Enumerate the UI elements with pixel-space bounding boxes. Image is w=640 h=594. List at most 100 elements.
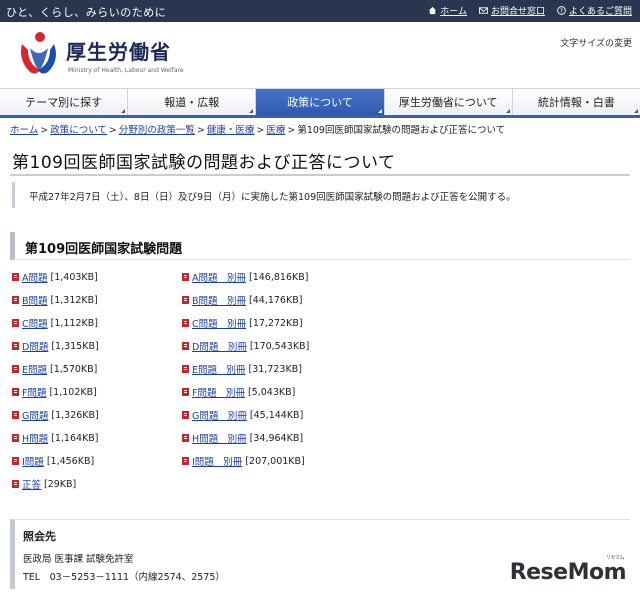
document-link[interactable]: B問題 別冊 xyxy=(192,293,246,307)
breadcrumb-separator: > xyxy=(108,125,117,136)
contact-window-link[interactable]: お問合せ窓口 xyxy=(478,4,545,17)
logo-subtitle: Ministry of Health, Labour and Welfare xyxy=(68,67,184,74)
file-size: [1,456KB] xyxy=(46,455,95,467)
file-size: [1,112KB] xyxy=(50,317,98,329)
list-item: D問題 別冊 [170,543KB] xyxy=(182,339,309,353)
document-link[interactable]: F問題 別冊 xyxy=(192,385,245,399)
document-link[interactable]: G問題 別冊 xyxy=(192,408,247,422)
faq-label: よくあるご質問 xyxy=(568,7,632,17)
document-link[interactable]: A問題 xyxy=(22,270,48,284)
document-link[interactable]: I問題 xyxy=(22,454,44,468)
list-item: H問題 [1,164KB] xyxy=(12,431,99,445)
faq-link[interactable]: ? よくあるご質問 xyxy=(557,4,632,17)
list-item: F問題 [1,102KB] xyxy=(12,385,97,399)
document-link[interactable]: D問題 別冊 xyxy=(192,339,247,353)
list-item: G問題 [1,326KB] xyxy=(12,408,99,422)
nav-theme-search[interactable]: テーマ別に探す xyxy=(0,89,129,115)
pdf-icon xyxy=(182,434,189,442)
home-link-label: ホーム xyxy=(440,7,467,17)
contact-window-label: お問合せ窓口 xyxy=(490,7,545,17)
top-strip: ひと、くらし、みらいのために ホーム お問合せ窓口 ? よくあるご質問 xyxy=(0,0,640,22)
pdf-icon xyxy=(182,273,189,281)
document-link[interactable]: G問題 xyxy=(22,408,48,422)
intro-text: 平成27年2月7日（土）、8日（日）及び9日（月）に実施した第109回医師国家試… xyxy=(29,192,516,203)
contact-phone: TEL 03－5253－1111（内線2574、2575） xyxy=(23,572,225,583)
pdf-icon xyxy=(12,457,19,465)
contact-heading: 照会先 xyxy=(23,530,56,543)
file-size: [5,043KB] xyxy=(247,386,296,398)
pdf-icon xyxy=(12,434,19,442)
site-tagline: ひと、くらし、みらいのために xyxy=(6,6,167,19)
breadcrumb-policy[interactable]: 政策について xyxy=(50,125,107,136)
pdf-icon xyxy=(182,319,189,327)
nav-corner-icon xyxy=(121,109,126,113)
breadcrumb-medical[interactable]: 医療 xyxy=(266,125,285,136)
breadcrumb-home[interactable]: ホーム xyxy=(10,125,38,136)
pdf-icon xyxy=(12,411,19,419)
document-link[interactable]: D問題 xyxy=(22,339,48,353)
nav-about-ministry[interactable]: 厚生労働省について xyxy=(385,89,513,115)
file-size: [1,403KB] xyxy=(50,271,98,283)
pdf-icon xyxy=(12,296,19,304)
document-link[interactable]: C問題 xyxy=(22,316,48,330)
nav-statistics[interactable]: 統計情報・白書 xyxy=(513,89,640,115)
list-item: C問題 [1,112KB] xyxy=(12,316,98,330)
top-links: ホーム お問合せ窓口 ? よくあるご質問 xyxy=(428,4,632,17)
site-header: 厚生労働省 Ministry of Health, Labour and Wel… xyxy=(0,22,640,88)
file-size: [34,964KB] xyxy=(249,432,304,444)
list-item: E問題 別冊 [31,723KB] xyxy=(182,362,302,376)
document-link[interactable]: I問題 別冊 xyxy=(192,454,242,468)
nav-corner-icon xyxy=(377,109,382,113)
home-link[interactable]: ホーム xyxy=(428,4,467,17)
logo-title[interactable]: 厚生労働省 xyxy=(66,36,171,65)
file-size: [45,144KB] xyxy=(249,409,304,421)
file-size: [1,315KB] xyxy=(51,340,99,352)
list-item: B問題 別冊 [44,176KB] xyxy=(182,293,302,307)
font-size-change[interactable]: 文字サイズの変更 xyxy=(560,36,632,49)
list-item: A問題 別冊 [146,816KB] xyxy=(182,270,308,284)
global-nav: テーマ別に探す 報道・広報 政策について 厚生労働省について 統計情報・白書 xyxy=(0,88,640,118)
nav-label: 厚生労働省について xyxy=(398,96,498,109)
pdf-icon xyxy=(12,273,19,281)
pdf-icon xyxy=(12,365,19,373)
document-link[interactable]: E問題 別冊 xyxy=(192,362,246,376)
breadcrumb-health[interactable]: 健康・医療 xyxy=(207,125,255,136)
file-size: [1,326KB] xyxy=(51,409,99,421)
pdf-icon xyxy=(12,388,19,396)
nav-label: テーマ別に探す xyxy=(25,96,103,109)
nav-corner-icon xyxy=(634,109,639,113)
section-heading: 第109回医師国家試験問題 xyxy=(25,242,183,257)
ministry-logo-icon[interactable] xyxy=(16,30,60,78)
pdf-icon xyxy=(12,342,19,350)
breadcrumb-policy-list[interactable]: 分野別の政策一覧 xyxy=(119,125,195,136)
breadcrumb-current: 第109回医師国家試験の問題および正答について xyxy=(297,125,506,136)
page-title: 第109回医師国家試験の問題および正答について xyxy=(12,153,396,173)
list-item: D問題 [1,315KB] xyxy=(12,339,99,353)
list-item: I問題 別冊 [207,001KB] xyxy=(182,454,305,468)
watermark-text: ReseMom xyxy=(509,560,627,585)
pdf-icon xyxy=(182,296,189,304)
list-item: I問題 [1,456KB] xyxy=(12,454,94,468)
pdf-icon xyxy=(182,457,189,465)
mail-icon xyxy=(478,7,488,14)
file-size: [29KB] xyxy=(44,478,77,490)
nav-policy[interactable]: 政策について xyxy=(256,89,385,115)
answers-link[interactable]: 正答 xyxy=(22,477,41,491)
resemom-watermark: リセマム ReseMom xyxy=(509,555,627,585)
document-link[interactable]: A問題 別冊 xyxy=(192,270,246,284)
document-link[interactable]: F問題 xyxy=(22,385,46,399)
pdf-icon xyxy=(182,365,189,373)
section-heading-block: 第109回医師国家試験問題 xyxy=(10,232,630,260)
pdf-icon xyxy=(182,388,189,396)
document-link[interactable]: E問題 xyxy=(22,362,47,376)
document-link[interactable]: C問題 別冊 xyxy=(192,316,246,330)
document-link[interactable]: B問題 xyxy=(22,293,48,307)
document-link[interactable]: H問題 xyxy=(22,431,48,445)
document-link[interactable]: H問題 別冊 xyxy=(192,431,247,445)
nav-press[interactable]: 報道・広報 xyxy=(128,89,257,115)
list-item: A問題 [1,403KB] xyxy=(12,270,98,284)
file-size: [207,001KB] xyxy=(245,455,305,467)
pdf-icon xyxy=(12,480,19,488)
breadcrumb-separator: > xyxy=(40,125,49,136)
svg-text:?: ? xyxy=(560,8,563,15)
